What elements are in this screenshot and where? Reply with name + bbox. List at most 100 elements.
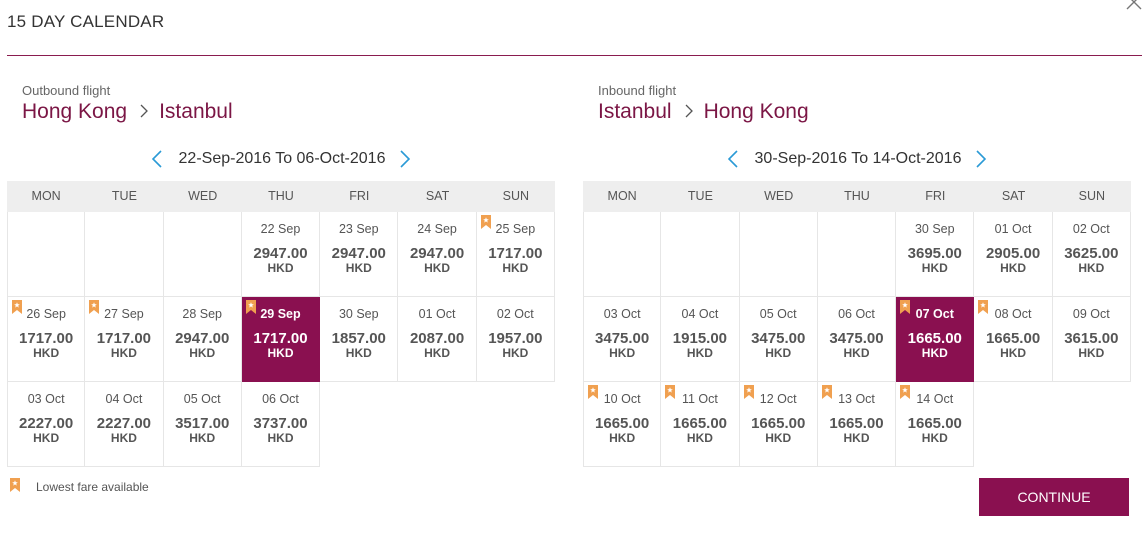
outbound-prev-chevron-left-icon[interactable]	[149, 149, 165, 169]
day-cell[interactable]: 27 Sep 1717.00 HKD	[85, 297, 164, 382]
day-cell[interactable]: 04 Oct 1915.00 HKD	[661, 297, 740, 382]
outbound-origin: Hong Kong	[22, 100, 128, 123]
day-cell[interactable]: 06 Oct 3737.00 HKD	[241, 382, 321, 467]
day-date: 29 Sep	[260, 307, 301, 321]
day-cell[interactable]: 01 Oct 2905.00 HKD	[974, 212, 1053, 297]
day-currency: HKD	[1000, 261, 1027, 275]
day-date: 28 Sep	[182, 307, 223, 321]
day-cell[interactable]: 14 Oct 1665.00 HKD	[896, 382, 975, 467]
weekday-sun: SUN	[502, 189, 530, 203]
day-date: 14 Oct	[916, 392, 954, 406]
day-cell[interactable]: 07 Oct 1665.00 HKD	[896, 297, 975, 382]
day-currency: HKD	[267, 261, 294, 275]
day-currency: HKD	[110, 431, 137, 445]
day-price: 1665.00	[985, 330, 1041, 347]
day-price: 1665.00	[751, 415, 806, 432]
outbound-weekday-header: MON TUE WED THU FRI SAT SUN	[7, 181, 555, 212]
day-cell[interactable]: 06 Oct 3475.00 HKD	[817, 297, 897, 382]
day-price: 1665.00	[907, 330, 962, 347]
day-cell[interactable]: 22 Sep 2947.00 HKD	[241, 212, 321, 297]
inbound-range-text: 30-Sep-2016 To 14-Oct-2016	[754, 150, 962, 167]
day-price: 1717.00	[253, 330, 308, 347]
day-date: 26 Sep	[26, 307, 66, 321]
day-cell[interactable]: 30 Sep 1857.00 HKD	[320, 297, 399, 382]
day-cell[interactable]: 08 Oct 1665.00 HKD	[974, 297, 1053, 382]
day-cell[interactable]: 03 Oct 3475.00 HKD	[583, 297, 662, 382]
day-currency: HKD	[424, 261, 451, 275]
day-cell[interactable]: 02 Oct 1957.00 HKD	[476, 297, 555, 382]
day-cell[interactable]: 28 Sep 2947.00 HKD	[163, 297, 242, 382]
day-price: 3517.00	[175, 415, 230, 432]
day-cell[interactable]: 26 Sep 1717.00 HKD	[7, 297, 86, 382]
day-cell[interactable]: 12 Oct 1665.00 HKD	[739, 382, 818, 467]
day-currency: HKD	[502, 346, 529, 360]
day-price: 1915.00	[672, 330, 728, 347]
day-cell[interactable]: 04 Oct 2227.00 HKD	[85, 382, 164, 467]
day-currency: HKD	[609, 431, 636, 445]
day-cell[interactable]: 05 Oct 3475.00 HKD	[739, 297, 818, 382]
day-currency: HKD	[1078, 346, 1105, 360]
empty-day-cell	[583, 212, 662, 297]
empty-day-cell	[320, 382, 398, 467]
day-price: 3625.00	[1064, 245, 1119, 262]
day-price: 3737.00	[253, 415, 308, 432]
inbound-label: Inbound flight	[598, 83, 677, 98]
day-date: 25 Sep	[495, 222, 536, 236]
day-price: 1665.00	[829, 415, 884, 432]
day-date: 07 Oct	[915, 307, 954, 321]
day-date: 05 Oct	[759, 307, 797, 321]
day-cell[interactable]: 01 Oct 2087.00 HKD	[398, 297, 477, 382]
day-cell[interactable]: 30 Sep 3695.00 HKD	[896, 212, 975, 297]
day-cell[interactable]: 03 Oct 2227.00 HKD	[7, 382, 86, 467]
day-cell[interactable]: 02 Oct 3625.00 HKD	[1052, 212, 1131, 297]
day-date: 09 Oct	[1072, 307, 1110, 321]
day-date: 12 Oct	[759, 392, 797, 406]
day-currency: HKD	[609, 346, 636, 360]
continue-button[interactable]: CONTINUE	[979, 478, 1129, 516]
day-currency: HKD	[110, 346, 137, 360]
weekday-tue: TUE	[687, 189, 713, 203]
inbound-prev-chevron-left-icon[interactable]	[725, 149, 741, 169]
inbound-route: Istanbul Hong Kong	[598, 100, 809, 124]
day-cell[interactable]: 23 Sep 2947.00 HKD	[320, 212, 399, 297]
day-price: 1665.00	[595, 415, 650, 432]
inbound-origin: Istanbul	[598, 100, 672, 123]
day-currency: HKD	[345, 261, 372, 275]
day-currency: HKD	[921, 261, 948, 275]
day-cell[interactable]: 24 Sep 2947.00 HKD	[398, 212, 477, 297]
outbound-range: 22-Sep-2016 To 06-Oct-2016	[7, 148, 555, 170]
chevron-right-icon	[140, 100, 149, 124]
day-currency: HKD	[1000, 346, 1027, 360]
day-price: 1957.00	[488, 330, 543, 347]
day-cell[interactable]: 29 Sep 1717.00 HKD	[241, 297, 321, 382]
day-price: 3615.00	[1064, 330, 1119, 347]
day-currency: HKD	[424, 346, 451, 360]
day-price: 2087.00	[409, 330, 465, 347]
day-cell[interactable]: 10 Oct 1665.00 HKD	[583, 382, 662, 467]
weekday-thu: THU	[268, 189, 294, 203]
day-price: 1717.00	[488, 245, 543, 262]
day-price: 2947.00	[253, 245, 308, 262]
day-date: 04 Oct	[681, 307, 719, 321]
day-price: 3475.00	[829, 330, 884, 347]
day-date: 27 Sep	[104, 307, 144, 321]
outbound-next-chevron-right-icon[interactable]	[397, 149, 413, 169]
inbound-range: 30-Sep-2016 To 14-Oct-2016	[583, 148, 1131, 170]
inbound-calendar: MON TUE WED THU FRI SAT SUN 30 Sep 3695.00 HKD 01…	[583, 181, 1131, 467]
day-currency: HKD	[267, 346, 294, 360]
day-cell[interactable]: 25 Sep 1717.00 HKD	[476, 212, 555, 297]
day-cell[interactable]: 05 Oct 3517.00 HKD	[163, 382, 242, 467]
inbound-next-chevron-right-icon[interactable]	[973, 149, 989, 169]
empty-day-cell	[817, 212, 897, 297]
day-date: 11 Oct	[681, 392, 718, 406]
weekday-wed: WED	[764, 189, 794, 203]
day-date: 02 Oct	[496, 307, 534, 321]
day-cell[interactable]: 13 Oct 1665.00 HKD	[817, 382, 897, 467]
day-price: 1857.00	[331, 330, 386, 347]
day-currency: HKD	[33, 431, 60, 445]
weekday-tue: TUE	[111, 189, 137, 203]
day-cell[interactable]: 11 Oct 1665.00 HKD	[661, 382, 740, 467]
legend: Lowest fare available	[10, 478, 149, 495]
day-price: 1665.00	[907, 415, 962, 432]
day-cell[interactable]: 09 Oct 3615.00 HKD	[1052, 297, 1131, 382]
